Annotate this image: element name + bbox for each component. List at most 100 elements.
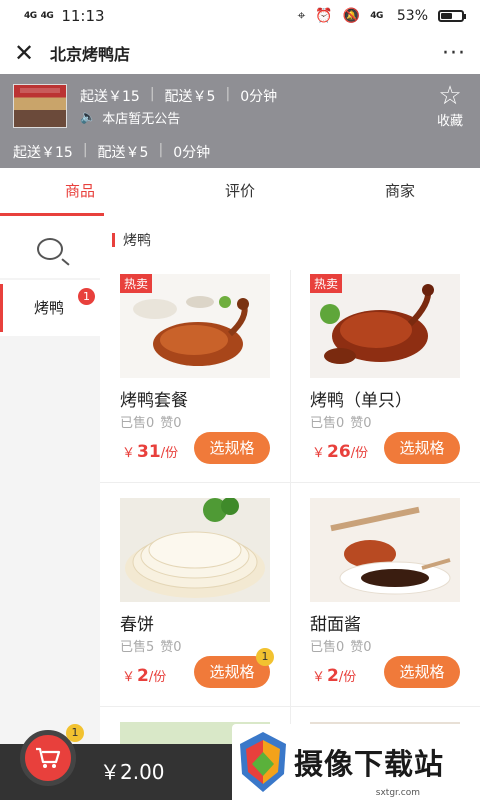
grid-divider [100, 706, 480, 707]
tab-goods[interactable]: 商品 [0, 168, 160, 216]
watermark-logo [240, 732, 286, 792]
sold-count: 已售0 [310, 640, 345, 655]
divider: | [82, 142, 88, 158]
min-order-2: 起送￥15 [13, 145, 73, 161]
product-price: ￥ 31/份 [122, 442, 178, 462]
price-unit: /份 [350, 446, 369, 461]
product-card[interactable]: 甜面酱 已售0 赞0 ￥ 2/份 选规格 [300, 498, 480, 688]
product-price: ￥ 2/份 [312, 666, 356, 686]
category-label: 烤鸭 [34, 299, 65, 317]
cart-icon [36, 747, 61, 768]
mute-icon: 🔕 [342, 8, 361, 24]
battery-icon [438, 10, 466, 22]
product-image: 热卖 [310, 274, 460, 378]
product-image: 热卖 [120, 274, 270, 378]
price-value: 2 [137, 666, 149, 686]
currency: ￥ [122, 446, 136, 461]
section-header: 烤鸭 [112, 230, 151, 250]
product-price: ￥ 2/份 [122, 666, 166, 686]
like-count: 赞0 [160, 640, 182, 655]
notice-text: 本店暂无公告 [102, 112, 181, 127]
category-badge: 1 [78, 288, 95, 305]
network-icon: 4G [370, 11, 383, 21]
tab-reviews[interactable]: 评价 [160, 168, 320, 216]
signal-icon: 4G [24, 11, 37, 21]
min-order: 起送￥15 [80, 89, 140, 105]
tab-bar: 商品 评价 商家 [0, 168, 480, 216]
sold-count: 已售0 [120, 416, 155, 431]
select-spec-button[interactable]: 选规格 [194, 432, 270, 464]
search-button[interactable] [0, 220, 100, 278]
battery-text: 53% [396, 8, 428, 24]
product-image [120, 498, 270, 602]
star-icon: ☆ [438, 81, 462, 111]
speaker-icon: 🔈 [80, 110, 97, 125]
sold-count: 已售5 [120, 640, 155, 655]
product-card[interactable]: 春饼 已售5 赞0 ￥ 2/份 选规格 1 [110, 498, 290, 688]
divider: | [225, 86, 231, 102]
hot-tag: 热卖 [120, 274, 153, 293]
product-name: 甜面酱 [310, 615, 361, 635]
price-value: 2 [327, 666, 339, 686]
divider: | [149, 86, 155, 102]
shop-delivery-info: 起送￥15 | 配送￥5 | 0分钟 [80, 86, 277, 106]
like-count: 赞0 [350, 640, 372, 655]
favorite-label: 收藏 [436, 114, 463, 129]
product-price: ￥ 26/份 [312, 442, 368, 462]
page-title: 北京烤鸭店 [50, 45, 131, 64]
grid-divider [290, 270, 291, 740]
shop-header: 起送￥15 | 配送￥5 | 0分钟 🔈 本店暂无公告 起送￥15 | 配送￥5… [0, 74, 480, 168]
select-spec-button[interactable]: 选规格 [384, 432, 460, 464]
alarm-icon: ⏰ [315, 8, 333, 24]
product-name: 春饼 [120, 615, 154, 635]
product-stats: 已售0 赞0 [310, 412, 480, 431]
close-icon[interactable]: ✕ [14, 41, 42, 65]
price-unit: /份 [160, 446, 179, 461]
hot-tag: 热卖 [310, 274, 343, 293]
cart-total: ￥2.00 [100, 760, 165, 784]
select-spec-button[interactable]: 选规格 [384, 656, 460, 688]
shop-notice: 🔈 本店暂无公告 [80, 108, 180, 127]
shop-delivery-info-2: 起送￥15 | 配送￥5 | 0分钟 [13, 142, 210, 162]
sauce-image [310, 498, 460, 602]
product-image [310, 498, 460, 602]
category-item-roast-duck[interactable]: 烤鸭 1 [0, 280, 100, 336]
product-name: 烤鸭套餐 [120, 391, 188, 411]
section-marker [112, 233, 115, 247]
battery-level [441, 13, 452, 19]
favorite-button[interactable]: ☆ 收藏 [432, 82, 468, 129]
tab-merchant[interactable]: 商家 [320, 168, 480, 216]
like-count: 赞0 [350, 416, 372, 431]
category-sidebar: 烤鸭 1 [0, 220, 100, 760]
delivery-fee-2: 配送￥5 [97, 145, 149, 161]
title-bar: ✕ 北京烤鸭店 ··· [0, 32, 480, 74]
product-card[interactable]: 热卖 烤鸭（单只） 已售0 赞0 ￥ 26/份 选规格 [300, 274, 480, 464]
price-unit: /份 [148, 670, 167, 685]
sold-count: 已售0 [310, 416, 345, 431]
cart-quantity-badge: 1 [256, 648, 274, 666]
currency: ￥ [122, 670, 136, 685]
product-stats: 已售0 赞0 [310, 636, 480, 655]
delivery-time-2: 0分钟 [173, 145, 211, 161]
search-icon [37, 238, 63, 260]
status-bar: 4G 4G 11:13 ⌖ ⏰ 🔕 4G 53% [0, 0, 480, 32]
location-icon: ⌖ [297, 8, 306, 24]
price-value: 31 [137, 442, 161, 462]
pancake-image [120, 498, 270, 602]
status-time: 11:13 [61, 7, 105, 25]
watermark: 摄像下载站 sxtgr.com [232, 724, 480, 800]
currency: ￥ [312, 446, 326, 461]
tab-indicator [0, 213, 104, 216]
price-value: 26 [327, 442, 351, 462]
watermark-text: 摄像下载站 [294, 747, 445, 781]
more-icon[interactable]: ··· [442, 41, 466, 66]
delivery-fee: 配送￥5 [164, 89, 216, 105]
shop-thumbnail [13, 84, 67, 128]
delivery-time: 0分钟 [240, 89, 278, 105]
like-count: 赞0 [160, 416, 182, 431]
product-card[interactable]: 热卖 烤鸭套餐 已售0 赞0 ￥ 31/份 选规格 [110, 274, 290, 464]
grid-divider [100, 482, 480, 483]
product-name: 烤鸭（单只） [310, 391, 412, 411]
section-title: 烤鸭 [123, 233, 151, 249]
currency: ￥ [312, 670, 326, 685]
